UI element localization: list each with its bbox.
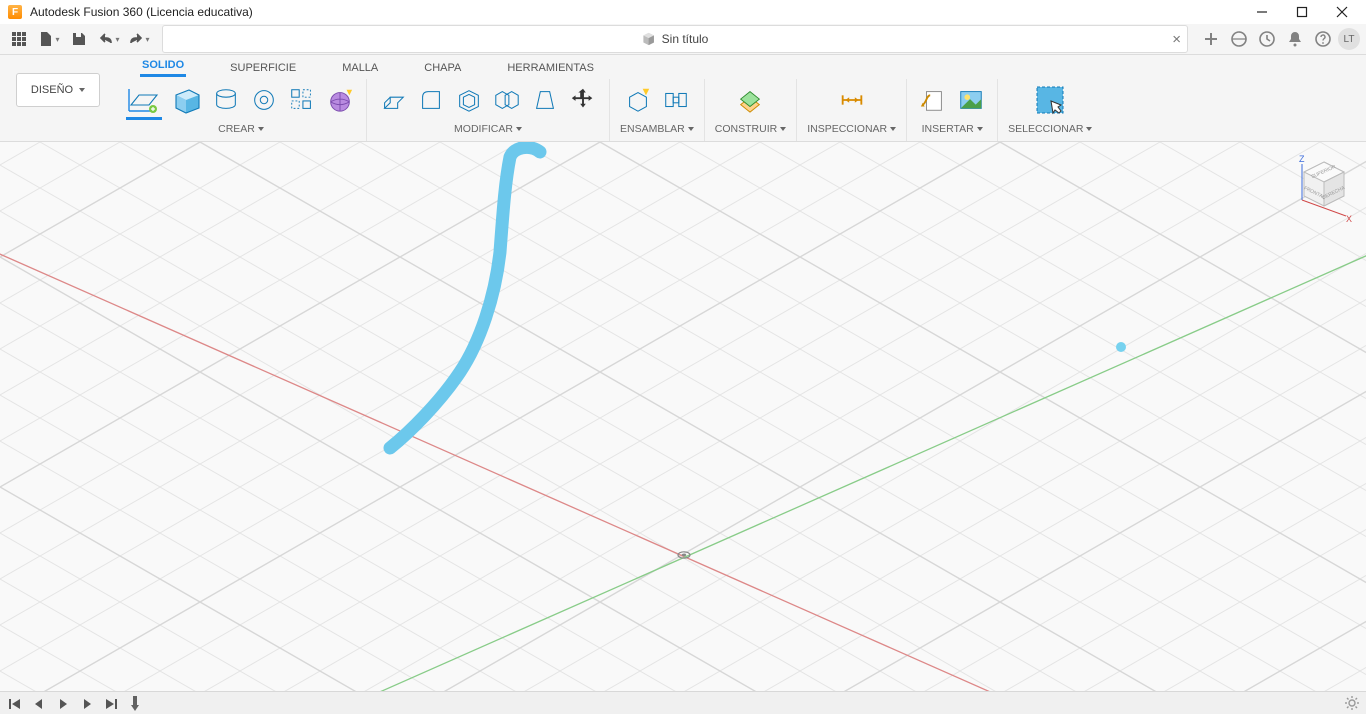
axis-z-label: Z — [1299, 154, 1305, 164]
ribbon-tabs: SOLIDO SUPERFICIE MALLA CHAPA HERRAMIENT… — [116, 55, 1366, 77]
workspace-switcher-area: DISEÑO — [0, 55, 116, 141]
construir-dropdown-icon[interactable] — [780, 123, 786, 135]
window-close-button[interactable] — [1322, 0, 1362, 24]
insert-derive-button[interactable] — [917, 84, 949, 116]
data-panel-button[interactable] — [6, 26, 32, 52]
create-form-button[interactable] — [324, 84, 356, 116]
app-title: Autodesk Fusion 360 (Licencia educativa) — [30, 5, 253, 19]
joint-button[interactable] — [660, 84, 692, 116]
press-pull-button[interactable] — [377, 84, 409, 116]
workspace-switcher[interactable]: DISEÑO — [16, 73, 100, 107]
ribbon-group-construir-label: CONSTRUIR — [715, 123, 777, 135]
viewport-canvas[interactable]: Z X SUPERIOR FRONTAL DERECHA — [0, 142, 1366, 691]
ribbon-group-crear-label: CREAR — [218, 123, 255, 135]
ribbon-group-insertar-label: INSERTAR — [922, 123, 974, 135]
viewcube[interactable]: Z X SUPERIOR FRONTAL DERECHA — [1294, 152, 1354, 224]
timeline-bar — [0, 691, 1366, 714]
app-icon — [8, 5, 22, 19]
ensamblar-dropdown-icon[interactable] — [688, 123, 694, 135]
move-button[interactable] — [567, 84, 599, 116]
select-button[interactable] — [1032, 82, 1068, 118]
document-tab-close-button[interactable]: × — [1172, 32, 1181, 47]
ribbon-group-ensamblar-label: ENSAMBLAR — [620, 123, 685, 135]
file-menu-button[interactable]: ▾ — [36, 26, 62, 52]
new-design-button[interactable] — [1198, 26, 1224, 52]
axis-x-label: X — [1346, 214, 1352, 224]
job-status-button[interactable] — [1254, 26, 1280, 52]
ribbon-tab-solido[interactable]: SOLIDO — [140, 56, 186, 77]
undo-button[interactable]: ▾ — [96, 26, 122, 52]
insert-decal-button[interactable] — [955, 84, 987, 116]
fillet-button[interactable] — [415, 84, 447, 116]
ribbon-group-ensamblar: ENSAMBLAR — [610, 79, 705, 141]
ribbon-group-inspeccionar-label: INSPECCIONAR — [807, 123, 887, 135]
crear-dropdown-icon[interactable] — [258, 123, 264, 135]
ribbon-group-inspeccionar: INSPECCIONAR — [797, 79, 907, 141]
ribbon-tab-herramientas[interactable]: HERRAMIENTAS — [505, 59, 596, 77]
workspace-label: DISEÑO — [31, 84, 73, 96]
timeline-play-button[interactable] — [54, 695, 72, 713]
modificar-dropdown-icon[interactable] — [516, 123, 522, 135]
extensions-button[interactable] — [1226, 26, 1252, 52]
workspace-caret-icon — [79, 84, 85, 96]
help-button[interactable] — [1310, 26, 1336, 52]
timeline-end-button[interactable] — [102, 695, 120, 713]
combine-button[interactable] — [491, 84, 523, 116]
timeline-playhead[interactable] — [130, 696, 140, 712]
shell-button[interactable] — [453, 84, 485, 116]
create-sketch-button[interactable] — [126, 80, 162, 120]
ribbon-tab-chapa[interactable]: CHAPA — [422, 59, 463, 77]
ribbon-area: DISEÑO SOLIDO SUPERFICIE MALLA CHAPA HER… — [0, 55, 1366, 142]
document-tab-label: Sin título — [662, 32, 709, 46]
inspeccionar-dropdown-icon[interactable] — [890, 123, 896, 135]
window-maximize-button[interactable] — [1282, 0, 1322, 24]
document-icon — [642, 32, 656, 46]
redo-button[interactable]: ▾ — [126, 26, 152, 52]
ribbon-tab-superficie[interactable]: SUPERFICIE — [228, 59, 298, 77]
timeline-settings-button[interactable] — [1344, 695, 1360, 714]
timeline-step-forward-button[interactable] — [78, 695, 96, 713]
new-component-button[interactable] — [622, 84, 654, 116]
ribbon-group-insertar: INSERTAR — [907, 79, 998, 141]
ribbon-group-modificar: MODIFICAR — [367, 79, 610, 141]
draft-button[interactable] — [529, 84, 561, 116]
window-minimize-button[interactable] — [1242, 0, 1282, 24]
ribbon-group-modificar-label: MODIFICAR — [454, 123, 513, 135]
document-tab-active[interactable]: Sin título — [642, 32, 709, 46]
ribbon: SOLIDO SUPERFICIE MALLA CHAPA HERRAMIENT… — [116, 55, 1366, 141]
ribbon-group-construir: CONSTRUIR — [705, 79, 797, 141]
seleccionar-dropdown-icon[interactable] — [1086, 123, 1092, 135]
construct-plane-button[interactable] — [734, 84, 766, 116]
work-point-marker — [1116, 342, 1126, 352]
user-annotation-stroke — [0, 142, 1366, 691]
document-tabstrip: Sin título × — [162, 25, 1188, 53]
ribbon-tab-malla[interactable]: MALLA — [340, 59, 380, 77]
insertar-dropdown-icon[interactable] — [977, 123, 983, 135]
user-avatar[interactable]: LT — [1338, 28, 1360, 50]
titlebar: Autodesk Fusion 360 (Licencia educativa) — [0, 0, 1366, 24]
ribbon-group-seleccionar: SELECCIONAR — [998, 79, 1102, 141]
notifications-button[interactable] — [1282, 26, 1308, 52]
ribbon-group-crear: CREAR — [116, 79, 367, 141]
revolve-button[interactable] — [248, 84, 280, 116]
timeline-step-back-button[interactable] — [30, 695, 48, 713]
origin-marker — [677, 549, 691, 559]
ribbon-group-seleccionar-label: SELECCIONAR — [1008, 123, 1083, 135]
timeline-start-button[interactable] — [6, 695, 24, 713]
ribbon-groups: CREAR — [116, 77, 1366, 141]
quick-access-bar: ▾ ▾ ▾ Sin título × — [0, 24, 1366, 55]
create-box-button[interactable] — [168, 82, 204, 118]
measure-button[interactable] — [836, 84, 868, 116]
extrude-button[interactable] — [210, 84, 242, 116]
pattern-button[interactable] — [286, 84, 318, 116]
save-button[interactable] — [66, 26, 92, 52]
